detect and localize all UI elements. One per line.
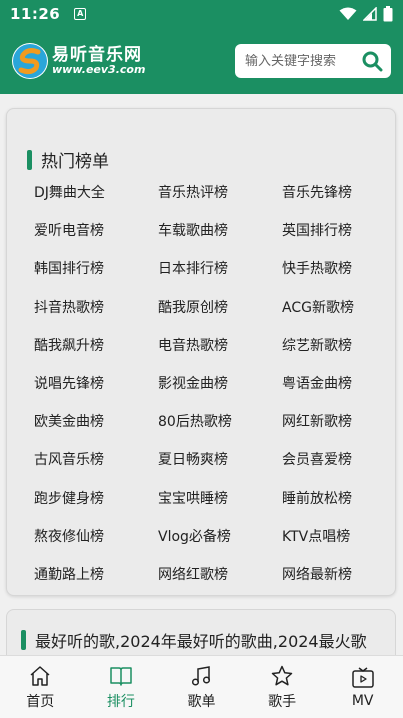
chart-link[interactable]: 影视金曲榜	[158, 375, 282, 413]
chart-link[interactable]: 爱听电音榜	[34, 222, 158, 260]
best-songs-title[interactable]: 最好听的歌,2024年最好听的歌曲,2024最火歌	[35, 628, 367, 652]
signal-icon	[363, 7, 377, 21]
nav-item-singer[interactable]: 歌手	[242, 656, 323, 718]
chart-link[interactable]: 网红新歌榜	[282, 413, 394, 451]
chart-link[interactable]: 抖音热歌榜	[34, 299, 158, 337]
chart-link[interactable]: 网络红歌榜	[158, 566, 282, 604]
logo-text: 易听音乐网 www.eev3.com	[52, 44, 146, 77]
chart-link[interactable]: 熬夜修仙榜	[34, 528, 158, 566]
chart-link[interactable]: ACG新歌榜	[282, 299, 394, 337]
battery-icon	[383, 6, 393, 22]
chart-link[interactable]: 欧美金曲榜	[34, 413, 158, 451]
chart-link[interactable]: 说唱先锋榜	[34, 375, 158, 413]
chart-link[interactable]: 夏日畅爽榜	[158, 451, 282, 489]
chart-link[interactable]: 酷我飙升榜	[34, 337, 158, 375]
logo-mark	[12, 43, 48, 79]
book-icon	[110, 666, 132, 686]
chart-link[interactable]: KTV点唱榜	[282, 528, 394, 566]
chart-link[interactable]: 会员喜爱榜	[282, 451, 394, 489]
card-title: 热门榜单	[27, 147, 109, 172]
logo-s-icon	[13, 44, 47, 78]
chart-link[interactable]: 跑步健身榜	[34, 490, 158, 528]
chart-link[interactable]: 音乐热评榜	[158, 184, 282, 222]
chart-link[interactable]: 电音热歌榜	[158, 337, 282, 375]
notification-icon: A	[74, 8, 87, 20]
bottom-nav: 首页 排行 歌单 歌手 MV	[0, 655, 403, 718]
chart-link[interactable]: Vlog必备榜	[158, 528, 282, 566]
search-icon[interactable]	[361, 50, 383, 72]
status-icons	[339, 6, 393, 22]
search-box	[235, 44, 391, 78]
main-content[interactable]: 热门榜单 DJ舞曲大全 音乐热评榜 音乐先锋榜爱听电音榜 车载歌曲榜 英国排行榜韩国排行…	[0, 94, 403, 655]
chart-link[interactable]: 日本排行榜	[158, 260, 282, 298]
status-time: 11:26	[10, 5, 61, 23]
chart-link[interactable]: 音乐先锋榜	[282, 184, 394, 222]
logo-name: 易听音乐网	[52, 44, 142, 65]
nav-item-rank[interactable]: 排行	[81, 656, 162, 718]
chart-link[interactable]: 古风音乐榜	[34, 451, 158, 489]
status-bar: 11:26 A	[0, 0, 403, 28]
wifi-icon	[339, 7, 357, 20]
chart-link[interactable]: 综艺新歌榜	[282, 337, 394, 375]
app-header: 易听音乐网 www.eev3.com	[0, 28, 403, 94]
music-note-icon	[192, 665, 211, 686]
chart-link[interactable]: 通勤路上榜	[34, 566, 158, 604]
nav-item-mv[interactable]: MV	[322, 656, 403, 718]
title-accent-bar	[27, 149, 32, 170]
star-icon	[271, 665, 293, 685]
nav-item-home[interactable]: 首页	[0, 656, 81, 718]
chart-link[interactable]: 睡前放松榜	[282, 490, 394, 528]
home-icon	[30, 665, 50, 686]
nav-item-playlist[interactable]: 歌单	[161, 656, 242, 718]
logo-url: www.eev3.com	[52, 63, 146, 77]
chart-link[interactable]: 酷我原创榜	[158, 299, 282, 337]
best-songs-card: 最好听的歌,2024年最好听的歌曲,2024最火歌	[6, 609, 396, 655]
chart-link[interactable]: DJ舞曲大全	[34, 184, 158, 222]
search-input[interactable]	[245, 53, 355, 69]
nav-label: MV	[351, 692, 374, 709]
video-icon	[351, 666, 374, 688]
hot-charts-title: 热门榜单	[41, 152, 109, 172]
chart-link[interactable]: 韩国排行榜	[34, 260, 158, 298]
hot-charts-card: 热门榜单 DJ舞曲大全 音乐热评榜 音乐先锋榜爱听电音榜 车载歌曲榜 英国排行榜韩国排行…	[6, 108, 396, 596]
site-logo[interactable]: 易听音乐网 www.eev3.com	[12, 43, 145, 79]
chart-link[interactable]: 网络最新榜	[282, 566, 394, 604]
chart-link[interactable]: 车载歌曲榜	[158, 222, 282, 260]
nav-label: 首页	[26, 693, 55, 710]
chart-link[interactable]: 80后热歌榜	[158, 413, 282, 451]
chart-link[interactable]: 粤语金曲榜	[282, 375, 394, 413]
nav-label: 排行	[106, 693, 135, 710]
chart-link[interactable]: 宝宝哄睡榜	[158, 490, 282, 528]
chart-grid: DJ舞曲大全 音乐热评榜 音乐先锋榜爱听电音榜 车载歌曲榜 英国排行榜韩国排行榜 日本排行…	[34, 184, 394, 604]
title-accent-bar	[21, 630, 26, 650]
nav-label: 歌单	[187, 693, 216, 710]
nav-label: 歌手	[268, 693, 297, 710]
chart-link[interactable]: 快手热歌榜	[282, 260, 394, 298]
chart-link[interactable]: 英国排行榜	[282, 222, 394, 260]
